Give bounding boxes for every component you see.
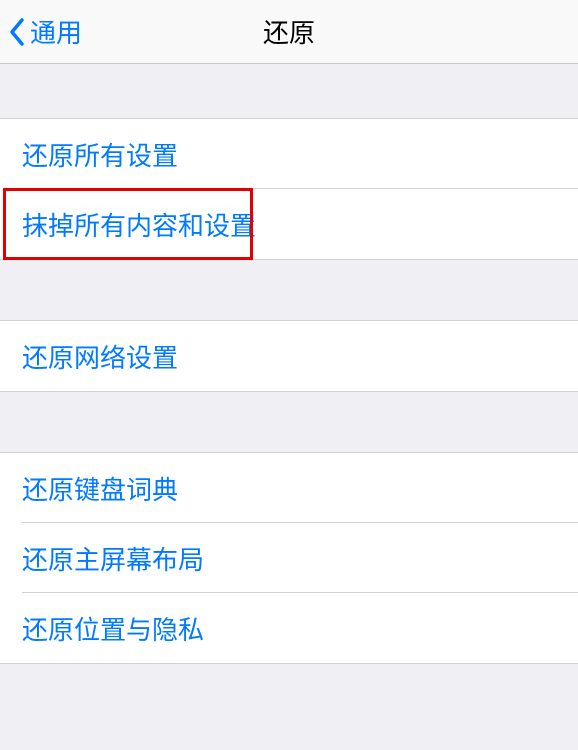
settings-group-1: 还原所有设置 抹掉所有内容和设置 — [0, 118, 578, 260]
settings-group-2: 还原网络设置 — [0, 320, 578, 392]
settings-group-3: 还原键盘词典 还原主屏幕布局 还原位置与隐私 — [0, 452, 578, 664]
list-item-label: 还原网络设置 — [22, 338, 178, 375]
reset-network-item[interactable]: 还原网络设置 — [0, 321, 578, 391]
list-item-label: 还原所有设置 — [22, 136, 178, 173]
navigation-bar: 通用 还原 — [0, 0, 578, 64]
back-button[interactable]: 通用 — [0, 13, 82, 50]
erase-all-content-item[interactable]: 抹掉所有内容和设置 — [0, 189, 578, 259]
back-label: 通用 — [30, 13, 82, 50]
list-item-label: 还原主屏幕布局 — [22, 540, 204, 577]
reset-home-layout-item[interactable]: 还原主屏幕布局 — [0, 523, 578, 593]
list-item-label: 抹掉所有内容和设置 — [22, 206, 256, 243]
list-item-label: 还原键盘词典 — [22, 470, 178, 507]
reset-keyboard-dictionary-item[interactable]: 还原键盘词典 — [0, 453, 578, 523]
reset-location-privacy-item[interactable]: 还原位置与隐私 — [0, 593, 578, 663]
chevron-left-icon — [8, 17, 26, 47]
list-item-label: 还原位置与隐私 — [22, 610, 204, 647]
spacer — [0, 64, 578, 118]
spacer — [0, 392, 578, 452]
page-title: 还原 — [0, 13, 578, 50]
reset-all-settings-item[interactable]: 还原所有设置 — [0, 119, 578, 189]
spacer — [0, 260, 578, 320]
